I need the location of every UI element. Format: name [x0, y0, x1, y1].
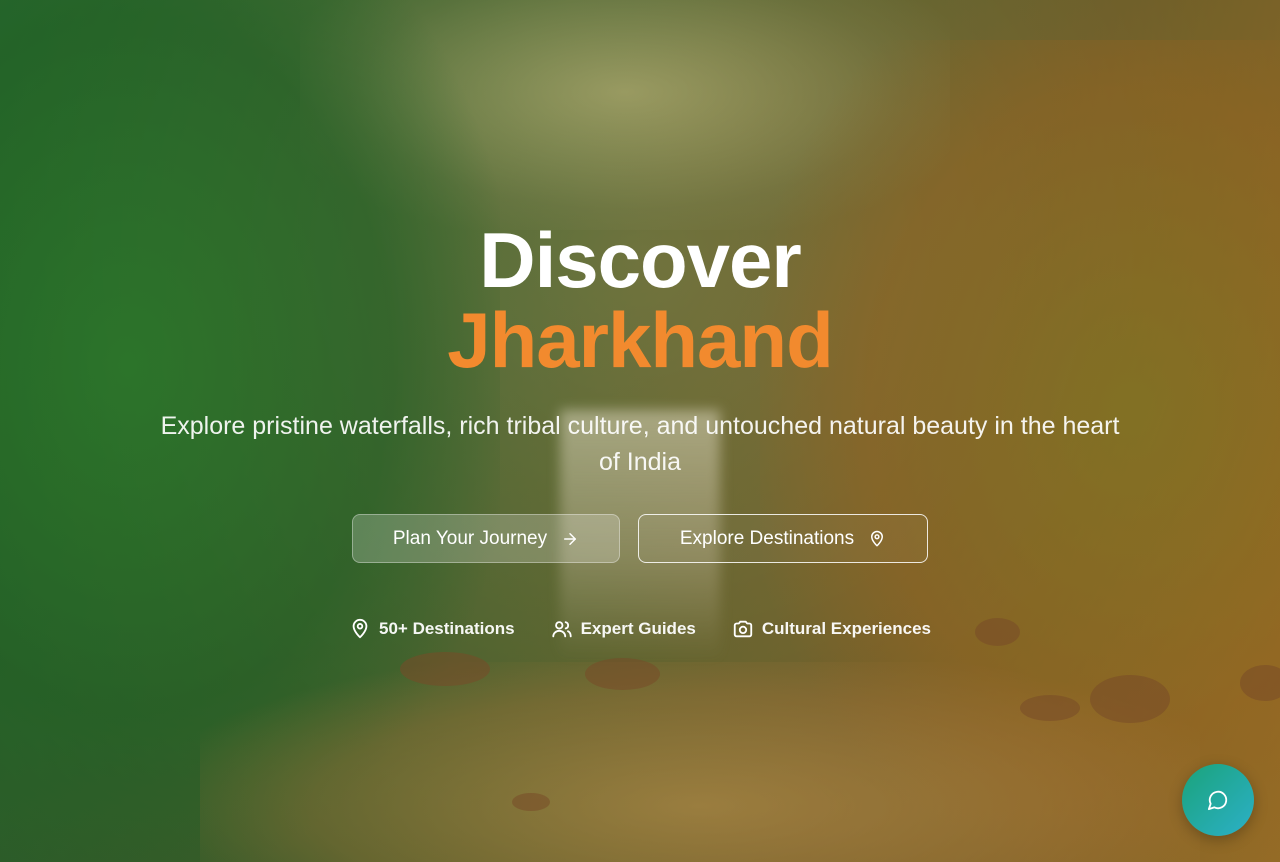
hero-title-primary: Discover	[479, 216, 802, 304]
feature-culture: Cultural Experiences	[732, 618, 931, 640]
chat-button[interactable]	[1182, 764, 1254, 836]
map-pin-icon	[868, 530, 886, 548]
hero-content: Discover Jharkhand Explore pristine wate…	[0, 0, 1280, 862]
hero-title-accent: Jharkhand	[447, 296, 833, 384]
map-pin-icon	[349, 618, 371, 640]
chat-bubble-icon	[1207, 789, 1229, 811]
feature-highlights: 50+ Destinations Expert Guides Cultural …	[0, 618, 1280, 640]
feature-label: Cultural Experiences	[761, 619, 931, 638]
explore-destinations-label: Explore Destinations	[679, 527, 855, 549]
feature-guides: Expert Guides	[551, 618, 696, 640]
feature-label: Expert Guides	[580, 619, 696, 638]
hero-subtitle: Explore pristine waterfalls, rich tribal…	[160, 412, 1120, 476]
feature-destinations: 50+ Destinations	[349, 618, 515, 640]
camera-icon	[732, 618, 754, 640]
hero-section: Discover Jharkhand Explore pristine wate…	[0, 0, 1280, 862]
plan-journey-button[interactable]: Plan Your Journey	[352, 514, 620, 563]
feature-label: 50+ Destinations	[379, 619, 515, 638]
explore-destinations-button[interactable]: Explore Destinations	[638, 514, 928, 563]
users-icon	[551, 618, 573, 640]
plan-journey-label: Plan Your Journey	[392, 527, 548, 549]
arrow-right-icon	[561, 530, 579, 548]
